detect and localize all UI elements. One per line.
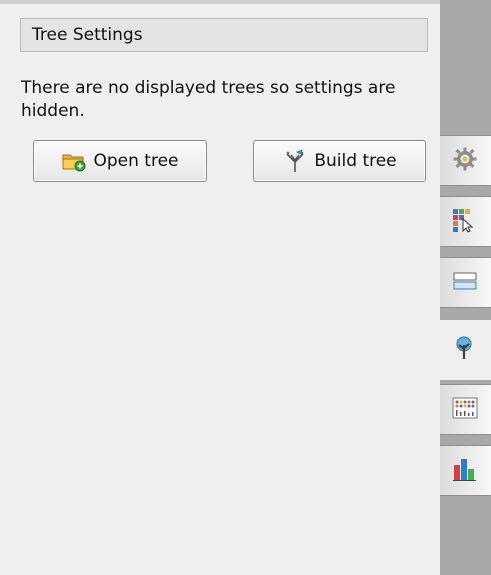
gear-icon [452, 146, 478, 176]
sidebar [439, 0, 491, 575]
panel-top-border [0, 0, 440, 4]
sidebar-bottom [440, 514, 491, 575]
build-tree-icon [282, 149, 308, 173]
tab-settings[interactable] [440, 135, 491, 186]
table-rows-icon [452, 268, 478, 298]
data-matrix-icon [452, 395, 478, 425]
tab-data-matrix[interactable] [440, 384, 491, 435]
sidebar-top [440, 0, 491, 135]
tree-settings-panel: Tree Settings There are no displayed tre… [0, 0, 440, 575]
open-tree-label: Open tree [93, 151, 179, 171]
build-tree-button[interactable]: Build tree [253, 140, 426, 182]
tree-icon [451, 335, 477, 365]
tab-color-palette[interactable] [440, 196, 491, 247]
open-folder-icon [61, 150, 87, 172]
tab-chart[interactable] [440, 445, 491, 496]
bar-chart-icon [452, 456, 478, 486]
no-trees-message: There are no displayed trees so settings… [21, 78, 396, 121]
open-tree-button[interactable]: Open tree [33, 140, 207, 182]
tab-data-table[interactable] [440, 257, 491, 308]
section-title: Tree Settings [20, 18, 428, 52]
color-grid-pointer-icon [452, 207, 478, 237]
build-tree-label: Build tree [314, 151, 397, 171]
tab-tree[interactable] [439, 320, 491, 380]
